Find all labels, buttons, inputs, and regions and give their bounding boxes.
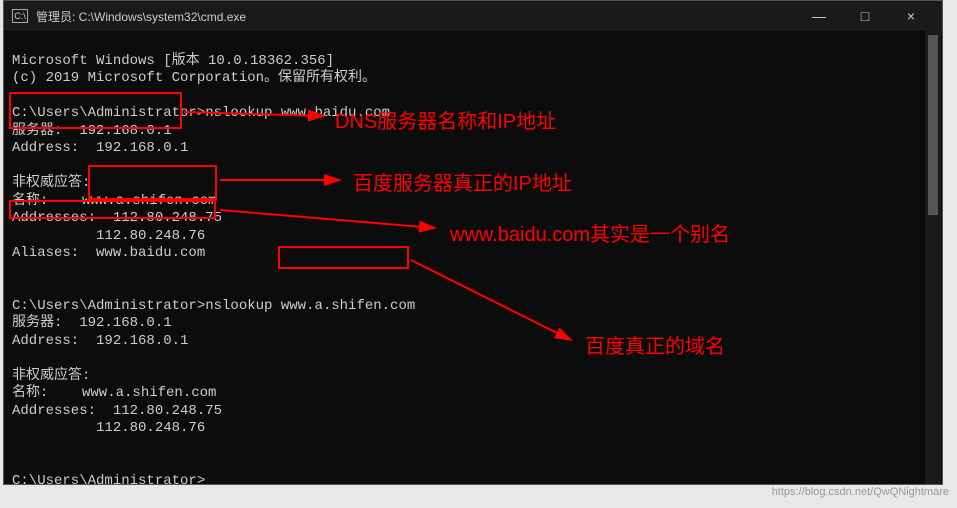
prompt-line: C:\Users\Administrator>nslookup www.a.sh… bbox=[12, 298, 415, 314]
address-line: Address: 192.168.0.1 bbox=[12, 140, 188, 156]
address-line: Address: 192.168.0.1 bbox=[12, 333, 188, 349]
cmd-window: C:\ 管理员: C:\Windows\system32\cmd.exe — □… bbox=[3, 0, 943, 485]
titlebar[interactable]: C:\ 管理员: C:\Windows\system32\cmd.exe — □… bbox=[4, 1, 942, 31]
window-title: 管理员: C:\Windows\system32\cmd.exe bbox=[36, 8, 796, 25]
addresses-line: 112.80.248.76 bbox=[12, 228, 205, 244]
cmd-icon: C:\ bbox=[12, 9, 28, 23]
version-line: Microsoft Windows [版本 10.0.18362.356] bbox=[12, 53, 334, 69]
close-button[interactable]: × bbox=[888, 1, 934, 31]
nonauth-line: 非权威应答: bbox=[12, 175, 90, 191]
name-line: 名称: www.a.shifen.com bbox=[12, 193, 216, 209]
prompt-line: C:\Users\Administrator>nslookup www.baid… bbox=[12, 105, 390, 121]
maximize-button[interactable]: □ bbox=[842, 1, 888, 31]
server-line: 服务器: 192.168.0.1 bbox=[12, 123, 172, 139]
scrollbar[interactable] bbox=[925, 31, 941, 484]
server-line: 服务器: 192.168.0.1 bbox=[12, 315, 172, 331]
addresses-line: Addresses: 112.80.248.75 bbox=[12, 403, 222, 419]
prompt-line: C:\Users\Administrator> bbox=[12, 473, 205, 489]
aliases-line: Aliases: www.baidu.com bbox=[12, 245, 205, 261]
terminal-output[interactable]: Microsoft Windows [版本 10.0.18362.356] (c… bbox=[4, 31, 942, 484]
minimize-button[interactable]: — bbox=[796, 1, 842, 31]
scrollbar-thumb[interactable] bbox=[928, 35, 938, 215]
copyright-line: (c) 2019 Microsoft Corporation。保留所有权利。 bbox=[12, 70, 376, 86]
addresses-line: Addresses: 112.80.248.75 bbox=[12, 210, 222, 226]
name-line: 名称: www.a.shifen.com bbox=[12, 385, 216, 401]
addresses-line: 112.80.248.76 bbox=[12, 420, 205, 436]
nonauth-line: 非权威应答: bbox=[12, 368, 90, 384]
watermark: https://blog.csdn.net/QwQNightmare bbox=[772, 486, 949, 498]
window-controls: — □ × bbox=[796, 1, 934, 31]
